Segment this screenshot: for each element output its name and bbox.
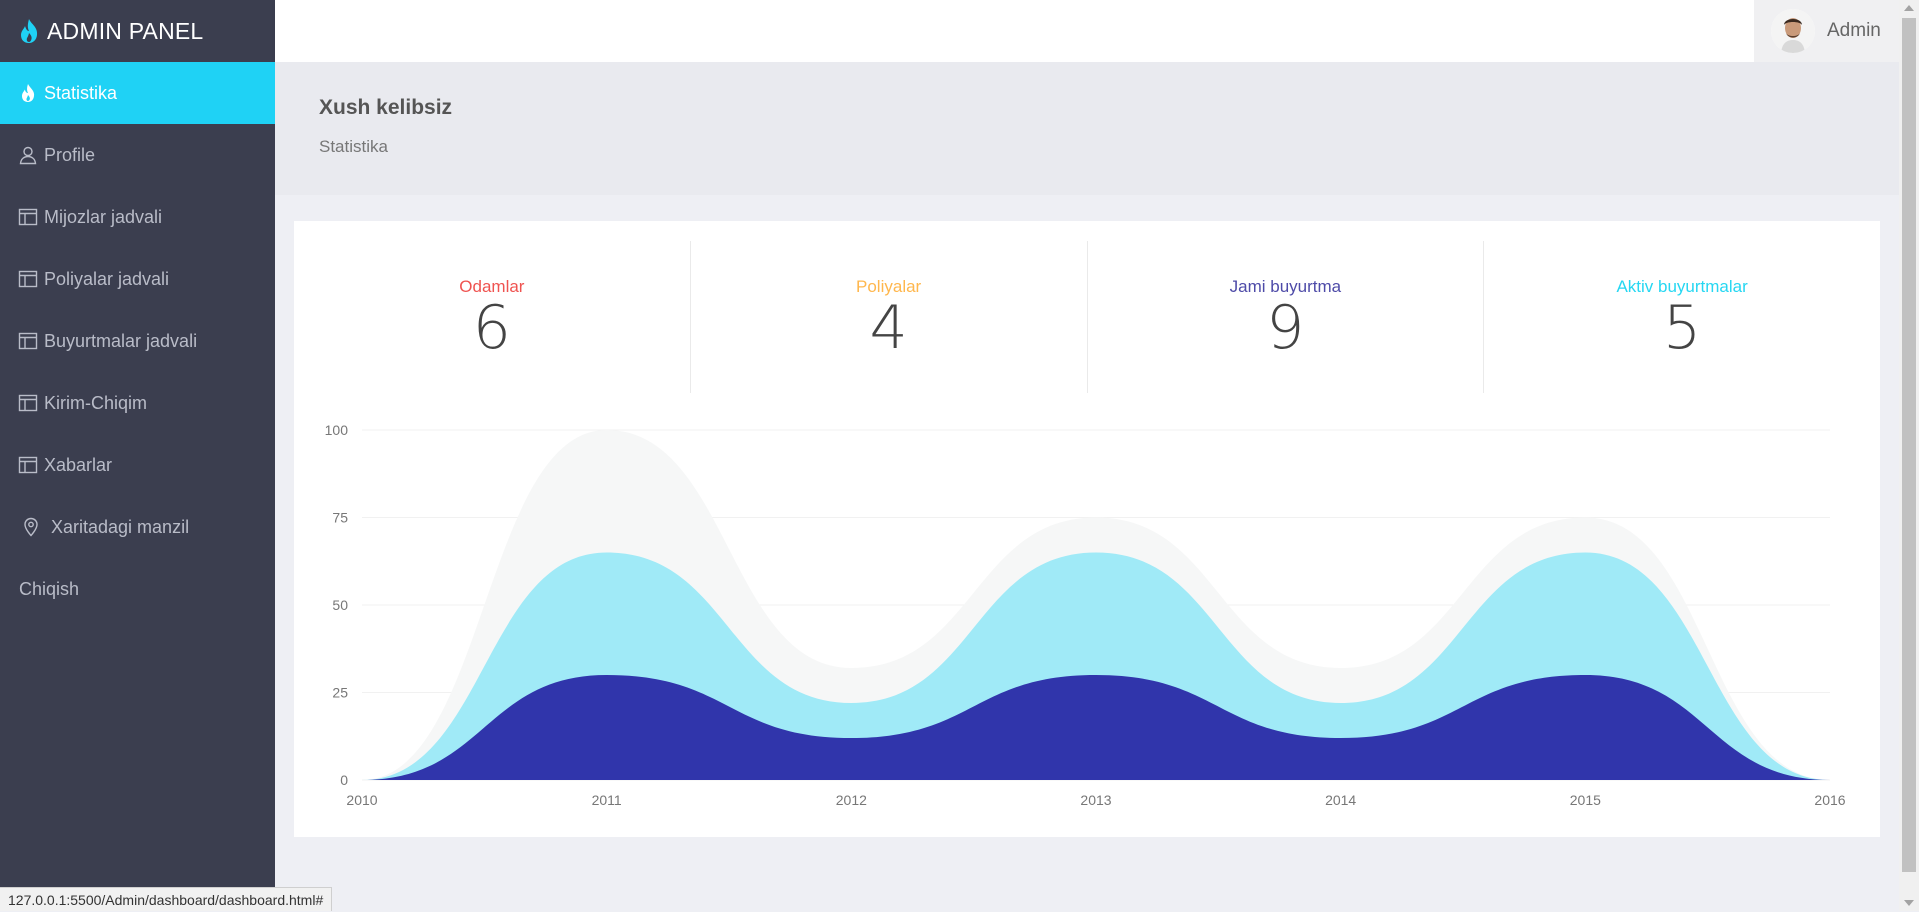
user-name: Admin xyxy=(1827,20,1881,41)
stat-value: 6 xyxy=(472,293,511,363)
x-tick-label: 2015 xyxy=(1570,792,1601,808)
avatar xyxy=(1771,9,1815,53)
stat-poliyalar: Poliyalar 4 xyxy=(691,241,1088,393)
x-tick-label: 2010 xyxy=(346,792,377,808)
stat-aktiv-buyurtmalar: Aktiv buyurtmalar 5 xyxy=(1484,241,1880,393)
table-icon xyxy=(18,332,38,350)
sidebar-item-xaritadagi-manzil[interactable]: Xaritadagi manzil xyxy=(0,496,275,558)
x-tick-label: 2014 xyxy=(1325,792,1356,808)
stat-odamlar: Odamlar 6 xyxy=(294,241,691,393)
table-icon xyxy=(18,270,38,288)
map-pin-icon xyxy=(24,517,38,537)
stats-row: Odamlar 6 Poliyalar 4 Jami buyurtma 9 Ak… xyxy=(294,241,1880,393)
sidebar-item-label: Kirim-Chiqim xyxy=(44,392,147,413)
sidebar-item-mijozlar-jadvali[interactable]: Mijozlar jadvali xyxy=(0,186,275,248)
sidebar-item-xabarlar[interactable]: Xabarlar xyxy=(0,434,275,496)
sidebar-item-label: Statistika xyxy=(44,82,118,103)
breadcrumb: Statistika xyxy=(319,137,388,156)
sidebar-item-buyurtmalar-jadvali[interactable]: Buyurtmalar jadvali xyxy=(0,310,275,372)
stat-jami-buyurtma: Jami buyurtma 9 xyxy=(1088,241,1485,393)
sidebar-item-label: Buyurtmalar jadvali xyxy=(44,330,198,351)
statistics-card: Odamlar 6 Poliyalar 4 Jami buyurtma 9 Ak… xyxy=(294,221,1880,837)
table-icon xyxy=(18,456,38,474)
y-tick-label: 75 xyxy=(332,510,348,526)
page-title: Xush kelibsiz xyxy=(319,96,453,119)
sidebar-item-label: Profile xyxy=(44,144,96,165)
scroll-up-arrow-icon[interactable] xyxy=(1904,5,1914,11)
sidebar-item-label: Mijozlar jadvali xyxy=(44,206,163,227)
sidebar-item-kirim-chiqim[interactable]: Kirim-Chiqim xyxy=(0,372,275,434)
page-scrollbar[interactable] xyxy=(1899,0,1919,911)
sidebar-item-label: Xabarlar xyxy=(44,454,113,475)
y-tick-label: 100 xyxy=(325,422,349,438)
sidebar-item-label: Chiqish xyxy=(19,578,80,599)
sidebar-item-statistika[interactable]: Statistika xyxy=(0,62,275,124)
stat-value: 5 xyxy=(1663,293,1702,363)
stat-value: 9 xyxy=(1266,293,1305,363)
brand-title: ADMIN PANEL xyxy=(47,17,204,44)
page-header: Xush kelibsiz Statistika xyxy=(275,62,1899,195)
y-tick-label: 25 xyxy=(332,685,348,701)
sidebar-item-profile[interactable]: Profile xyxy=(0,124,275,186)
x-tick-label: 2012 xyxy=(836,792,867,808)
x-tick-label: 2013 xyxy=(1080,792,1111,808)
flame-icon xyxy=(22,84,35,102)
x-tick-label: 2011 xyxy=(592,792,622,808)
table-icon xyxy=(18,208,38,226)
topbar: Admin xyxy=(275,0,1901,62)
sidebar-item-label: Xaritadagi manzil xyxy=(51,516,190,537)
browser-status-url: 127.0.0.1:5500/Admin/dashboard/dashboard… xyxy=(0,887,333,911)
area-series-3 xyxy=(362,675,1830,780)
sidebar-item-poliyalar-jadvali[interactable]: Poliyalar jadvali xyxy=(0,248,275,310)
sidebar-item-chiqish[interactable]: Chiqish xyxy=(0,558,275,620)
table-icon xyxy=(18,394,38,412)
y-tick-label: 50 xyxy=(332,597,348,613)
scroll-down-arrow-icon[interactable] xyxy=(1904,900,1914,906)
user-menu[interactable]: Admin xyxy=(1754,0,1901,62)
area-chart: 0 25 50 75 100 2010 2011 2012 2013 2014 2015 2016 xyxy=(325,422,1846,808)
sidebar-item-label: Poliyalar jadvali xyxy=(44,268,170,289)
x-tick-label: 2016 xyxy=(1814,792,1845,808)
scroll-thumb[interactable] xyxy=(1902,18,1916,872)
sidebar: ADMIN PANEL Statistika Profile Mijozlar … xyxy=(0,0,275,911)
stat-value: 4 xyxy=(869,293,908,363)
user-icon xyxy=(19,146,37,165)
flame-logo-icon xyxy=(21,19,38,43)
y-tick-label: 0 xyxy=(340,772,348,788)
brand[interactable]: ADMIN PANEL xyxy=(0,0,275,62)
